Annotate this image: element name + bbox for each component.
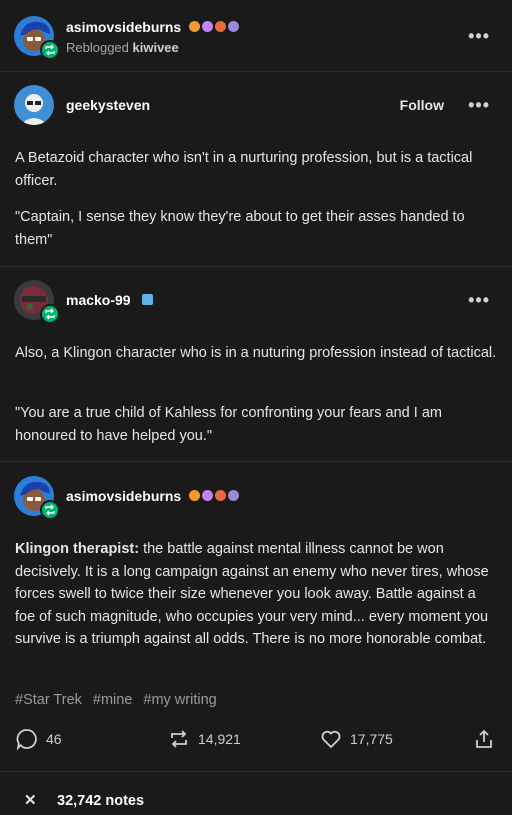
post-username[interactable]: geekysteven [66,97,150,113]
tag-link[interactable]: #mine [93,692,133,708]
notes-count[interactable]: 32,742 notes [57,793,144,809]
post-paragraph: Klingon therapist: the battle against me… [15,538,497,651]
badge-flower-icon [202,490,213,501]
badge-ghost-icon [228,21,239,32]
like-count: 17,775 [350,731,393,747]
more-icon[interactable]: ••• [468,27,490,45]
more-icon[interactable]: ••• [468,96,490,114]
divider [0,266,512,267]
post-paragraph: Also, a Klingon character who is in a nu… [15,345,497,361]
user-badges [142,294,153,305]
header-username[interactable]: asimovsideburns [66,19,181,35]
more-icon[interactable]: ••• [468,291,490,309]
badge-flower-icon [202,21,213,32]
comment-count: 46 [46,731,62,747]
post-username[interactable]: macko-99 [66,292,131,308]
post-paragraph: "You are a true child of Kahless for con… [15,405,442,444]
tag-list: #Star Trek #mine #my writing [15,692,217,708]
reblog-icon [45,504,55,516]
post-paragraph: "Captain, I sense they know they're abou… [15,209,465,248]
avatar-geekysteven[interactable] [14,85,54,125]
post-paragraph: A Betazoid character who isn't in a nurt… [15,150,473,189]
badge-wave-icon [142,294,153,305]
divider [0,771,512,772]
user-badges [189,21,239,32]
post-username[interactable]: asimovsideburns [66,488,181,504]
reblog-badge [40,40,60,60]
follow-button[interactable]: Follow [400,97,444,113]
avatar-macko-99[interactable] [14,280,60,324]
reblog-count: 14,921 [198,731,241,747]
tag-link[interactable]: #my writing [143,692,216,708]
reblog-button[interactable]: 14,921 [168,728,241,750]
reblogged-line: Reblogged kiwivee [66,40,179,55]
share-icon [476,729,492,748]
like-button[interactable]: 17,775 [320,728,393,750]
reblog-icon [45,308,55,320]
comment-icon [16,729,37,750]
reblog-badge [40,500,60,520]
comment-button[interactable]: 46 [16,728,62,750]
reblog-icon [171,730,187,748]
badge-paw-icon [215,490,226,501]
close-icon[interactable]: ✕ [24,791,37,809]
user-badges [189,490,239,501]
avatar-asimovsideburns[interactable] [14,476,60,520]
badge-paw-icon [215,21,226,32]
badge-burger-icon [189,21,200,32]
badge-burger-icon [189,490,200,501]
badge-ghost-icon [228,490,239,501]
reblog-icon [45,44,55,56]
tag-link[interactable]: #Star Trek [15,692,82,708]
divider [0,461,512,462]
avatar-image [14,85,54,125]
divider [0,71,512,72]
heart-icon [321,730,341,749]
avatar-asimovsideburns[interactable] [14,16,60,60]
share-button[interactable] [473,728,495,750]
reblog-badge [40,304,60,324]
reblogged-prefix: Reblogged [66,40,129,55]
reblogged-from-link[interactable]: kiwivee [133,40,179,55]
bold-lead: Klingon therapist: [15,541,140,557]
